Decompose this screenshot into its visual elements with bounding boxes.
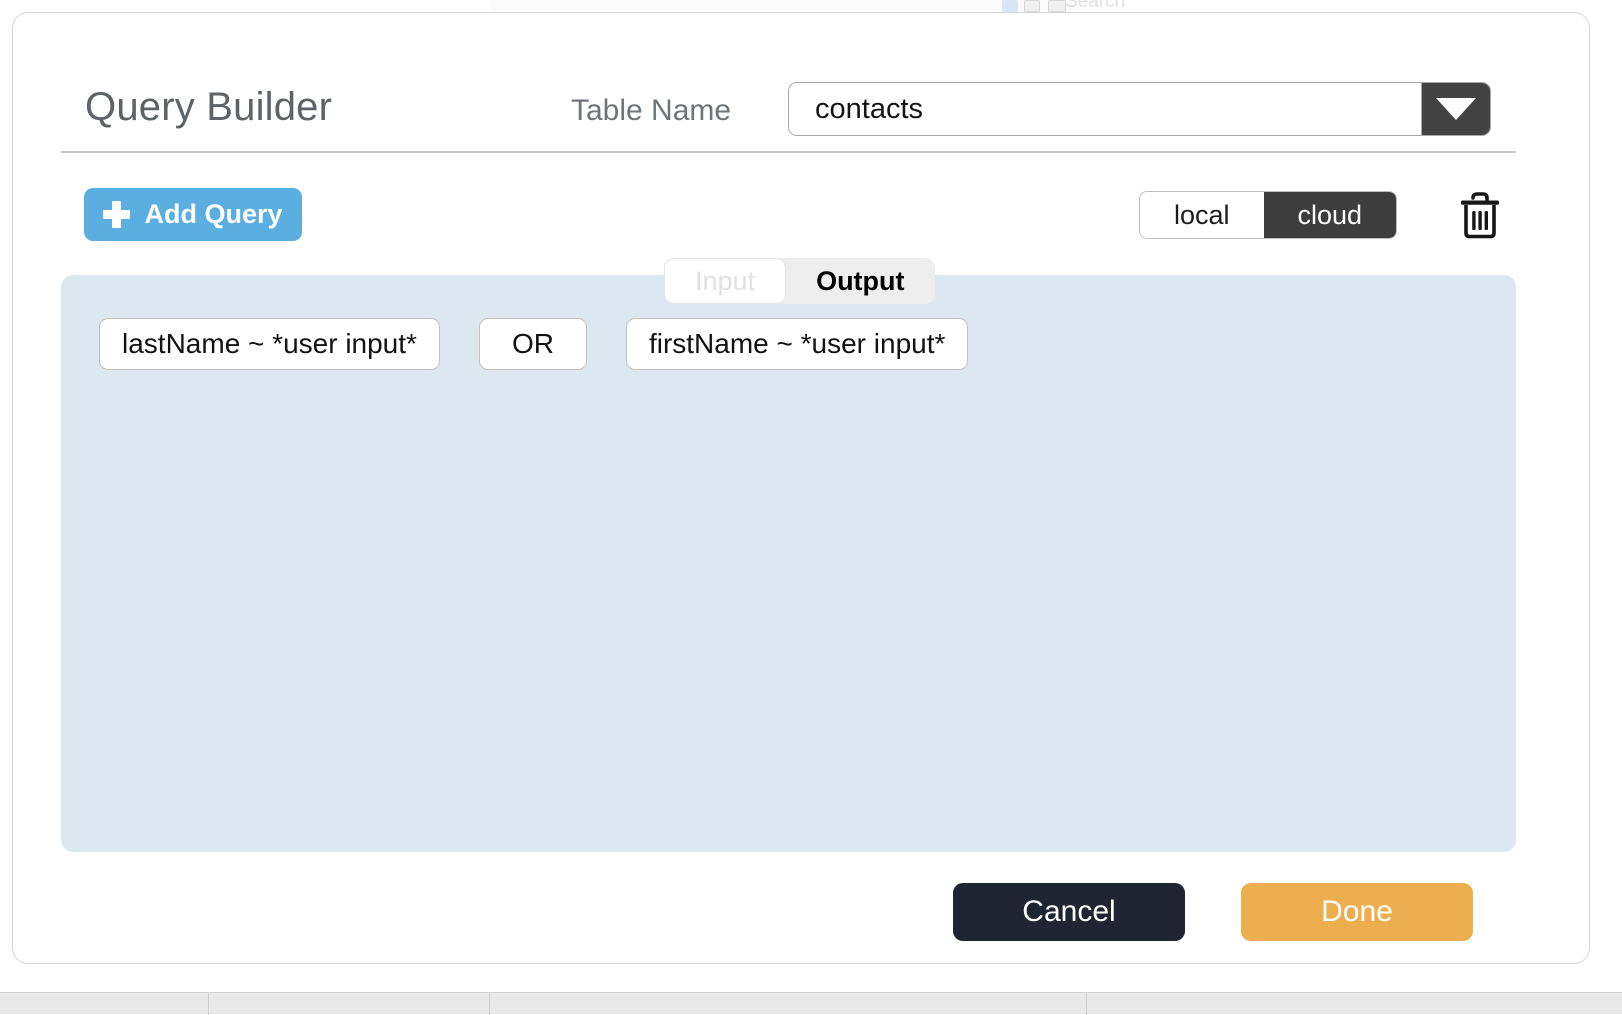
io-tab-group[interactable]: Input Output (664, 258, 935, 304)
add-query-button[interactable]: Add Query (84, 188, 302, 241)
source-toggle-cloud[interactable]: cloud (1263, 192, 1397, 238)
query-condition-pill[interactable]: lastName ~ *user input* (99, 318, 440, 370)
query-operator-pill[interactable]: OR (478, 318, 587, 370)
plus-icon (103, 201, 131, 228)
background-chip-a (1002, 0, 1018, 12)
condition-row: lastName ~ *user input* OR firstName ~ *… (99, 318, 969, 370)
background-bottom-bar (0, 992, 1622, 1015)
tab-input[interactable]: Input (664, 258, 787, 304)
page-title: Query Builder (85, 85, 333, 129)
source-toggle-local[interactable]: local (1140, 192, 1264, 238)
trash-icon (1461, 192, 1499, 239)
delete-button[interactable] (1454, 190, 1506, 240)
caret-down-glyph (1436, 98, 1476, 120)
table-name-value[interactable]: contacts (789, 83, 1421, 135)
done-button[interactable]: Done (1241, 883, 1473, 941)
header-divider (61, 151, 1516, 153)
background-bottom-divider (1086, 993, 1087, 1015)
footer-actions: Cancel Done (13, 883, 1589, 963)
table-name-select[interactable]: contacts (788, 82, 1491, 136)
background-chip-c (1048, 0, 1066, 12)
tab-output[interactable]: Output (786, 258, 934, 304)
background-bottom-divider (489, 993, 490, 1015)
query-builder-dialog: Query Builder Table Name contacts Add Qu… (12, 12, 1590, 964)
background-bottom-divider (208, 993, 209, 1015)
source-toggle[interactable]: local cloud (1139, 191, 1398, 239)
query-condition-pill[interactable]: firstName ~ *user input* (625, 318, 969, 370)
background-chip-b (1024, 0, 1040, 12)
cancel-button[interactable]: Cancel (953, 883, 1185, 941)
add-query-label: Add Query (144, 199, 283, 229)
table-name-label: Table Name (571, 94, 732, 127)
chevron-down-icon[interactable] (1421, 83, 1490, 135)
dialog-header: Query Builder Table Name contacts (13, 13, 1589, 153)
query-canvas: lastName ~ *user input* OR firstName ~ *… (61, 275, 1516, 852)
